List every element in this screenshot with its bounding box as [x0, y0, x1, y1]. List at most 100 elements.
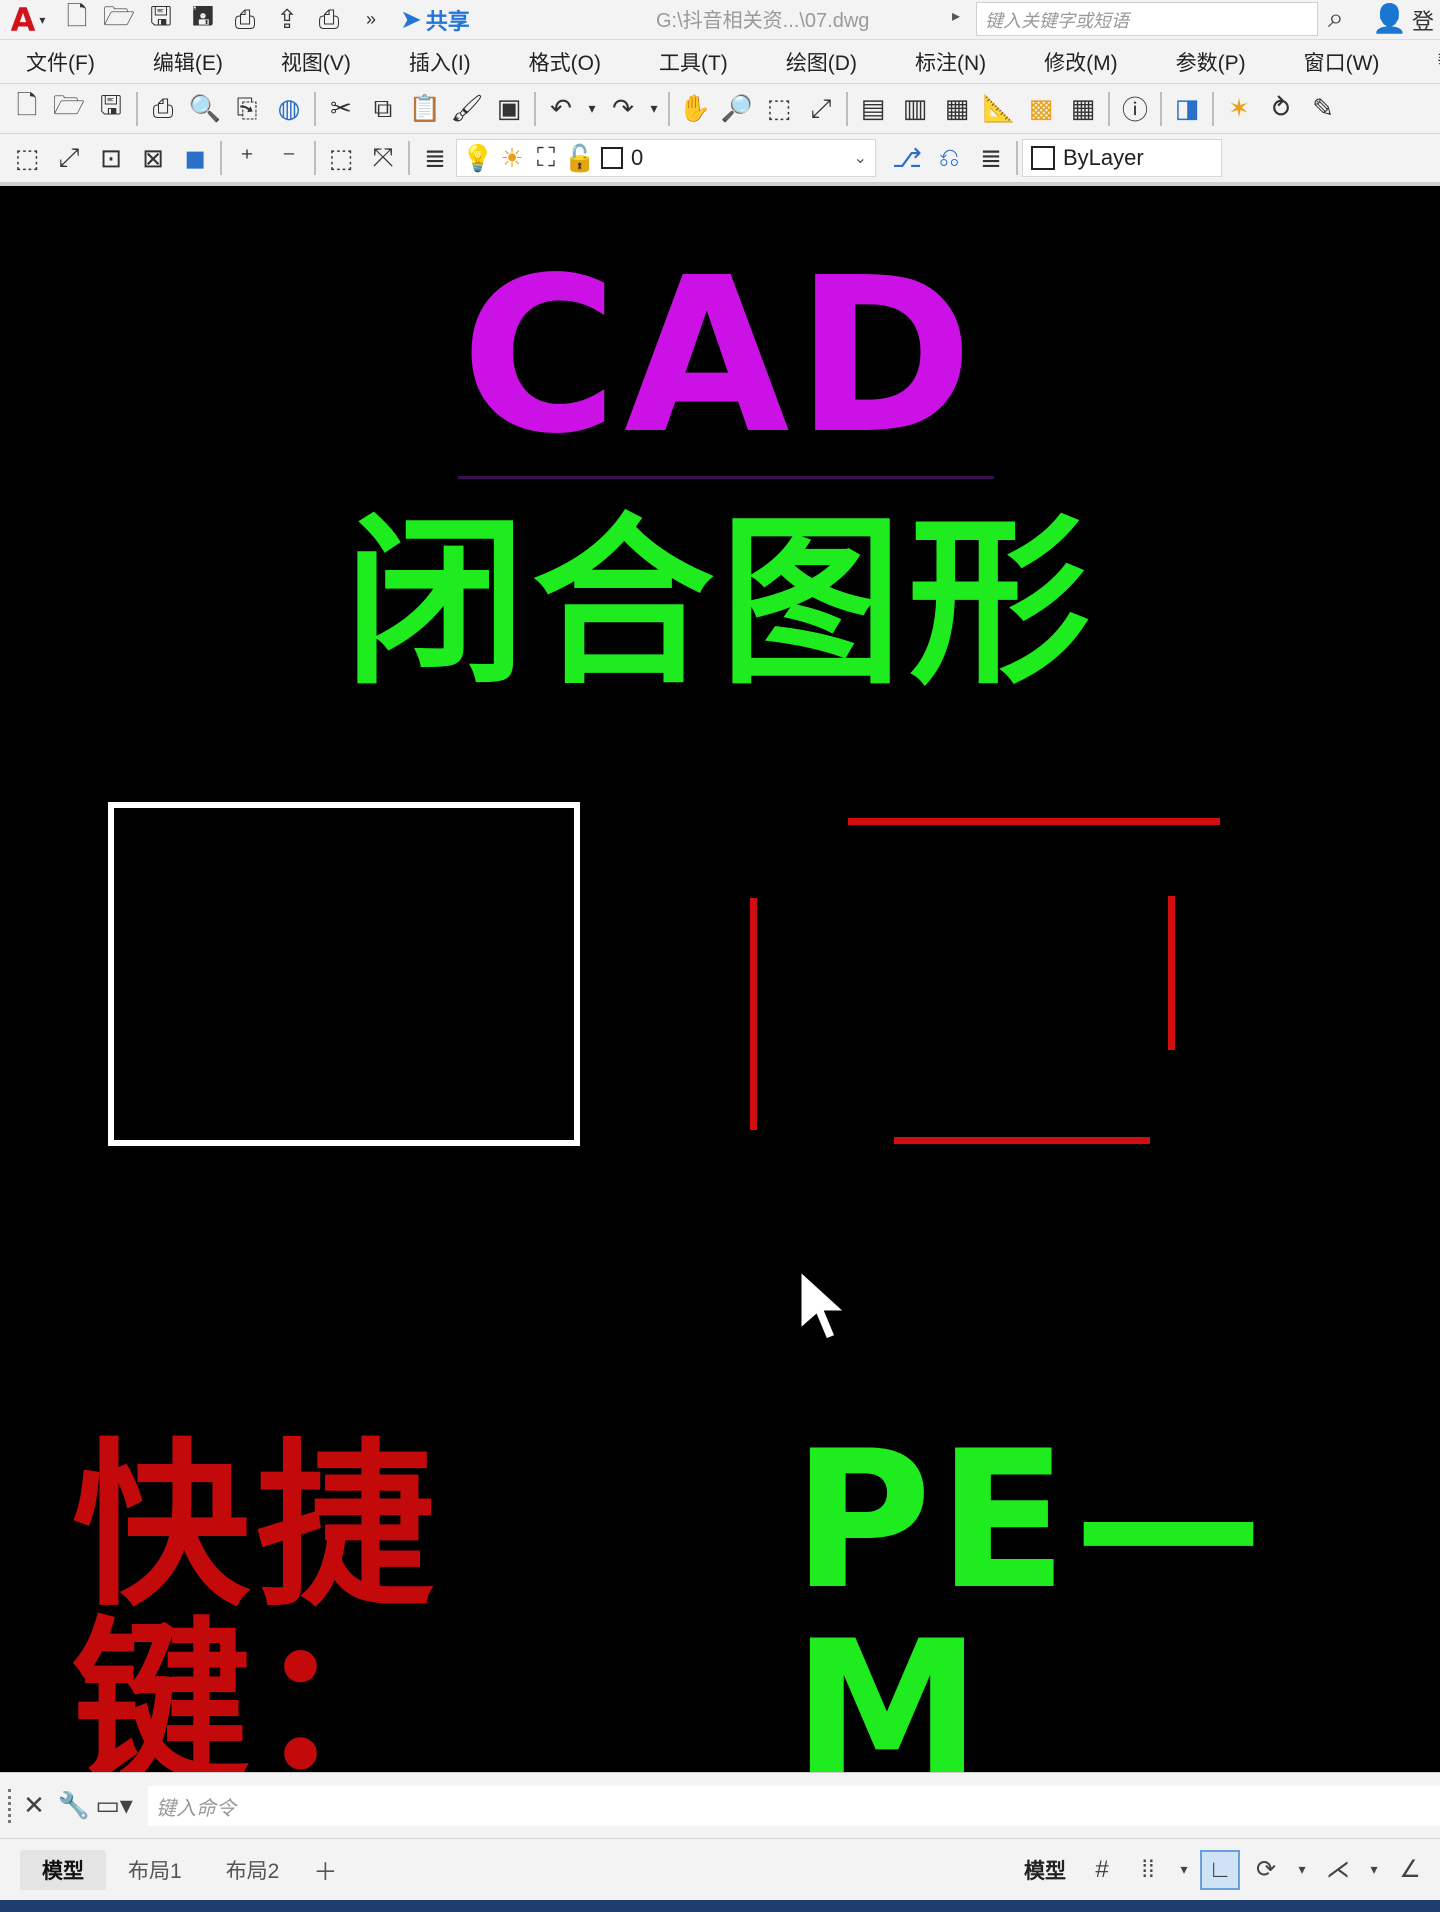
- polar-dropdown-icon[interactable]: ▾: [1292, 1850, 1312, 1890]
- save-as-icon[interactable]: 🖪: [182, 1, 224, 38]
- menu-insert[interactable]: 插入(I): [409, 47, 471, 77]
- zoom-extents-x-icon[interactable]: ⤧: [362, 138, 404, 178]
- chevron-down-icon[interactable]: ⌄: [854, 148, 867, 168]
- menu-file[interactable]: 文件(F): [26, 47, 95, 77]
- zoom-out-icon[interactable]: ⁻: [268, 138, 310, 178]
- properties-icon[interactable]: ▤: [852, 89, 894, 129]
- more-tools-icon[interactable]: »: [350, 2, 392, 38]
- open-shape-right-line[interactable]: [1168, 896, 1175, 1050]
- menu-tools[interactable]: 工具(T): [659, 47, 728, 77]
- make-current-icon[interactable]: ⎇: [886, 138, 928, 178]
- grid-icon[interactable]: #: [1082, 1850, 1122, 1890]
- search-input[interactable]: 键入关键字或短语: [976, 2, 1318, 36]
- share-button[interactable]: ➤ 共享: [400, 4, 470, 36]
- zoom-object-icon[interactable]: ◼: [174, 138, 216, 178]
- layer-states-icon[interactable]: ◨: [1166, 89, 1208, 129]
- pencil-icon[interactable]: ✎: [1302, 89, 1344, 129]
- tab-layout1[interactable]: 布局1: [106, 1850, 204, 1890]
- open-shape-left-line[interactable]: [750, 898, 757, 1130]
- open-web-icon[interactable]: ⎙: [224, 2, 266, 38]
- help-icon[interactable]: ⓘ: [1114, 89, 1156, 129]
- save-icon[interactable]: 🖫: [90, 89, 132, 129]
- zoom-window-icon[interactable]: ⬚: [6, 138, 48, 178]
- undo-dropdown-icon[interactable]: ▾: [582, 89, 602, 129]
- star-icon[interactable]: ✶: [1218, 89, 1260, 129]
- design-center-icon[interactable]: ▥: [894, 89, 936, 129]
- block-editor-icon[interactable]: ▣: [488, 89, 530, 129]
- login-button[interactable]: 登: [1412, 4, 1434, 36]
- menu-window[interactable]: 窗口(W): [1304, 47, 1380, 77]
- app-menu-button[interactable]: A ▾: [0, 0, 56, 40]
- zoom-scale-icon[interactable]: ⊠: [132, 138, 174, 178]
- menu-dimension[interactable]: 标注(N): [915, 47, 986, 77]
- sheet-set-icon[interactable]: 📐: [978, 89, 1020, 129]
- save-web-icon[interactable]: ⇪: [266, 2, 308, 38]
- zoom-realtime-icon[interactable]: 🔎: [716, 89, 758, 129]
- menu-format[interactable]: 格式(O): [529, 47, 601, 77]
- add-layout-icon[interactable]: ＋: [313, 1852, 337, 1887]
- ortho-icon[interactable]: ∟: [1200, 1849, 1240, 1890]
- user-icon[interactable]: 👤: [1372, 2, 1407, 35]
- zoom-in-icon[interactable]: ⁺: [226, 138, 268, 178]
- unlock-icon[interactable]: 🔓: [564, 138, 596, 178]
- zoom-all-icon[interactable]: ⬚: [320, 138, 362, 178]
- open-shape-bottom-line[interactable]: [894, 1137, 1150, 1144]
- calculator-icon[interactable]: ▦: [1062, 89, 1104, 129]
- layer-dropdown[interactable]: 💡 ☀ ⛶ 🔓 0 ⌄: [456, 139, 876, 177]
- paste-icon[interactable]: 📋: [404, 89, 446, 129]
- color-control-dropdown[interactable]: ByLayer: [1022, 139, 1222, 177]
- menu-draw[interactable]: 绘图(D): [786, 47, 857, 77]
- match-properties-icon[interactable]: 🖌: [446, 89, 488, 129]
- layer-properties-icon[interactable]: ≣: [414, 138, 456, 178]
- viewport-freeze-icon[interactable]: ⛶: [533, 138, 559, 178]
- menu-view[interactable]: 视图(V): [281, 47, 351, 77]
- cut-icon[interactable]: ✂: [320, 89, 362, 129]
- close-icon[interactable]: ✕: [14, 1786, 54, 1826]
- web-icon[interactable]: ◍: [268, 89, 310, 129]
- copy-icon[interactable]: ⧉: [362, 89, 404, 129]
- zoom-previous-icon[interactable]: ⤢: [800, 89, 842, 129]
- undo-icon[interactable]: ↶: [540, 89, 582, 129]
- model-space-button[interactable]: 模型: [1024, 1855, 1066, 1885]
- angle-icon[interactable]: ∠: [1390, 1850, 1430, 1890]
- lightbulb-icon[interactable]: 💡: [462, 138, 494, 178]
- menu-parametric[interactable]: 参数(P): [1176, 47, 1246, 77]
- layer-previous-icon[interactable]: ⎌: [928, 138, 970, 178]
- zoom-extents-icon[interactable]: ⤢: [48, 138, 90, 178]
- wrench-icon[interactable]: 🔧: [54, 1786, 94, 1826]
- plot-icon[interactable]: ⎙: [308, 2, 350, 38]
- zoom-window-icon[interactable]: ⬚: [758, 89, 800, 129]
- sun-icon[interactable]: ☀: [499, 138, 525, 178]
- zoom-dynamic-icon[interactable]: ⊡: [90, 138, 132, 178]
- pan-icon[interactable]: ✋: [674, 89, 716, 129]
- plot-icon[interactable]: ⎙: [142, 89, 184, 129]
- tab-model[interactable]: 模型: [20, 1849, 106, 1890]
- open-folder-icon[interactable]: 🗁: [98, 1, 140, 38]
- search-icon[interactable]: ⌕: [1328, 2, 1344, 35]
- layer-state-icon[interactable]: ≣: [970, 138, 1012, 178]
- closed-rectangle-shape[interactable]: [108, 802, 580, 1146]
- plot-preview-icon[interactable]: 🔍: [184, 89, 226, 129]
- isodraft-icon[interactable]: ⋌: [1318, 1850, 1358, 1890]
- polar-icon[interactable]: ⟳: [1246, 1850, 1286, 1890]
- redo-dropdown-icon[interactable]: ▾: [644, 89, 664, 129]
- save-icon[interactable]: 🖫: [140, 1, 182, 38]
- tab-layout2[interactable]: 布局2: [204, 1850, 302, 1890]
- markup-icon[interactable]: ▩: [1020, 89, 1062, 129]
- snap-dropdown-icon[interactable]: ▾: [1174, 1850, 1194, 1890]
- link-icon[interactable]: ⥁: [1260, 89, 1302, 129]
- open-shape-top-line[interactable]: [848, 818, 1220, 825]
- isodraft-dropdown-icon[interactable]: ▾: [1364, 1850, 1384, 1890]
- publish-icon[interactable]: ⎘: [226, 89, 268, 129]
- menu-edit[interactable]: 编辑(E): [153, 47, 223, 77]
- drawing-canvas[interactable]: CAD 闭合图形 快捷键： PE—M: [0, 186, 1440, 1806]
- snap-icon[interactable]: ⁞⁞: [1128, 1850, 1168, 1890]
- tool-palettes-icon[interactable]: ▦: [936, 89, 978, 129]
- new-icon[interactable]: 🗋: [6, 89, 48, 129]
- command-input[interactable]: 键入命令: [148, 1785, 1440, 1826]
- menu-modify[interactable]: 修改(M): [1044, 47, 1117, 77]
- new-file-icon[interactable]: 🗋: [56, 1, 98, 38]
- open-icon[interactable]: 🗁: [48, 89, 90, 129]
- command-history-icon[interactable]: ▭▾: [94, 1786, 134, 1826]
- redo-icon[interactable]: ↷: [602, 89, 644, 129]
